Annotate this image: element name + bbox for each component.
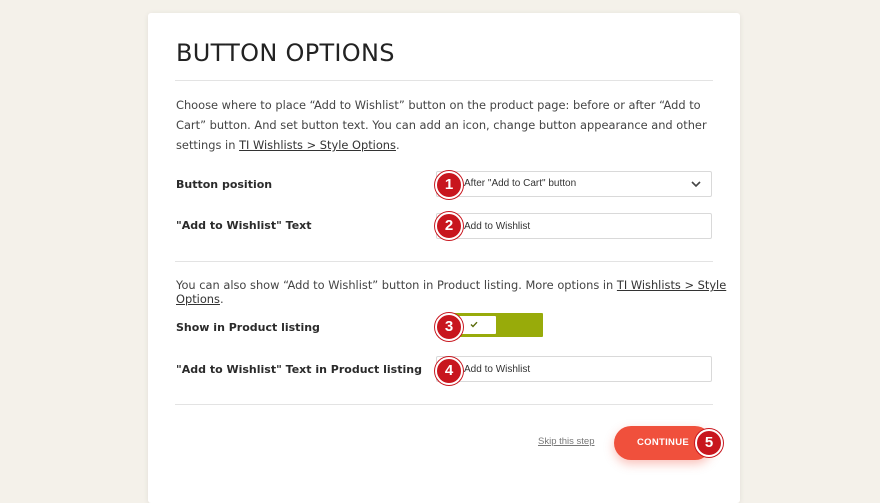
style-options-link[interactable]: TI Wishlists > Style Options (239, 138, 396, 152)
button-position-label: Button position (176, 178, 273, 191)
divider (175, 80, 713, 81)
wishlist-text-input[interactable] (437, 214, 711, 238)
listing-text-input[interactable] (437, 357, 711, 381)
listing-note-body: You can also show “Add to Wishlist” butt… (176, 278, 617, 292)
divider (175, 404, 713, 405)
step-badge-4: 4 (435, 357, 463, 385)
page-title: BUTTON OPTIONS (176, 39, 395, 67)
wishlist-text-label: "Add to Wishlist" Text (176, 219, 312, 232)
listing-note-suffix: . (219, 292, 224, 306)
listing-text-field (436, 356, 712, 382)
listing-note: You can also show “Add to Wishlist” butt… (176, 278, 740, 306)
button-position-select[interactable]: After "Add to Cart" button (436, 171, 712, 197)
step-badge-3: 3 (435, 313, 463, 341)
wishlist-text-field (436, 213, 712, 239)
divider (175, 261, 713, 262)
skip-step-link[interactable]: Skip this step (538, 436, 595, 447)
step-badge-1: 1 (435, 171, 463, 199)
chevron-down-icon (691, 181, 701, 188)
step-badge-2: 2 (435, 212, 463, 240)
intro-suffix: . (395, 138, 400, 152)
step-badge-5: 5 (695, 429, 723, 457)
intro-text: Choose where to place “Add to Wishlist” … (176, 95, 708, 155)
listing-text-label: "Add to Wishlist" Text in Product listin… (176, 363, 422, 376)
check-icon (470, 321, 478, 328)
show-in-listing-label: Show in Product listing (176, 321, 320, 334)
button-position-value: After "Add to Cart" button (464, 178, 577, 189)
setup-card: BUTTON OPTIONS Choose where to place “Ad… (148, 13, 740, 503)
